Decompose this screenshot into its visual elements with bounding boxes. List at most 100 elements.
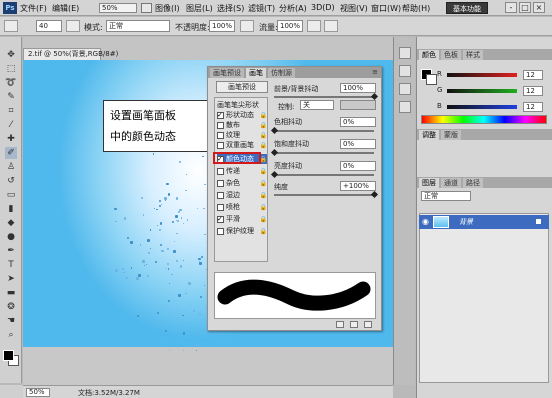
zoom-tool-icon[interactable]: ⌕ [5,329,17,341]
list-item[interactable]: 杂色 🔒 [217,178,267,188]
status-zoom-field[interactable]: 50% [26,388,50,397]
tab-channels[interactable]: 通道 [441,178,461,188]
lasso-tool-icon[interactable]: ➰ [5,77,17,89]
3d-rotate-tool-icon[interactable]: ❂ [5,301,17,313]
color-spectrum[interactable] [421,115,547,124]
tab-layers[interactable]: 图层 [419,178,439,188]
slider-knob[interactable] [270,148,279,157]
menu-filter[interactable]: 滤镜(T) [248,3,275,14]
list-item[interactable]: 传递 🔒 [217,166,267,176]
workspace-button[interactable]: 基本功能 [446,2,488,14]
hand-icon[interactable] [141,3,152,13]
list-item[interactable]: 形状动态🔒 [217,110,267,120]
slider-knob[interactable] [370,190,379,199]
purity-slider[interactable] [274,194,374,196]
menu-help[interactable]: 帮助(H) [402,3,430,14]
channel-g-field[interactable]: 12 [523,86,543,96]
list-item[interactable]: 湿边 🔒 [217,190,267,200]
quick-select-tool-icon[interactable]: ✎ [5,91,17,103]
gradient-tool-icon[interactable]: ▮ [5,203,17,215]
brush-presets-button[interactable]: 画笔预设 [216,81,268,93]
zoom-select[interactable]: 50% [99,3,137,13]
brightness-jitter-slider[interactable] [274,174,374,176]
opacity-pressure-icon[interactable] [240,20,254,32]
blur-tool-icon[interactable]: ◆ [5,217,17,229]
list-item[interactable]: 散布 🔒 [217,120,267,130]
menu-image[interactable]: 图像(I) [155,3,180,14]
menu-file[interactable]: 文件(F) [20,3,47,14]
fg-bg-jitter-field[interactable]: 100% [340,83,376,93]
list-item[interactable]: 纹理 🔒 [217,130,267,140]
channel-b-slider[interactable] [447,105,517,109]
saturation-jitter-slider[interactable] [274,152,374,154]
checkbox[interactable] [217,141,224,149]
list-item[interactable]: 双重画笔 🔒 [217,140,267,150]
slider-knob[interactable] [270,126,279,135]
menu-analysis[interactable]: 分析(A) [279,3,307,14]
panel-menu-icon[interactable]: ≡ [372,68,378,76]
tab-styles[interactable]: 样式 [463,50,483,60]
minimize-button[interactable]: - [505,2,517,13]
history-icon[interactable] [399,47,411,59]
checkbox[interactable] [217,121,224,129]
checkbox[interactable] [217,203,224,211]
marquee-tool-icon[interactable]: ⬚ [5,63,17,75]
slider-knob[interactable] [270,170,279,179]
type-tool-icon[interactable]: T [5,259,17,271]
brush-tool-icon[interactable] [4,20,18,32]
tab-clone-source[interactable]: 仿制源 [268,68,295,78]
channel-b-field[interactable]: 12 [523,102,543,112]
history-brush-tool-icon[interactable]: ↺ [5,175,17,187]
hue-jitter-slider[interactable] [274,130,374,132]
list-item[interactable]: 喷枪 🔒 [217,202,267,212]
airbrush-icon[interactable] [307,20,321,32]
flow-field[interactable]: 100% [277,20,303,32]
hue-jitter-field[interactable]: 0% [340,117,376,127]
color-panel-background[interactable] [426,74,437,85]
menu-layer[interactable]: 图层(L) [186,3,213,14]
trash-icon[interactable] [364,321,372,328]
list-item[interactable]: 画笔笔尖形状 [217,100,267,110]
brush-size-picker[interactable]: 40 [36,20,62,32]
channel-r-slider[interactable] [447,73,517,77]
checkbox[interactable] [217,179,224,187]
tab-brush[interactable]: 画笔 [246,68,266,78]
checkbox[interactable] [217,110,224,120]
fg-bg-jitter-slider[interactable] [274,96,374,98]
purity-field[interactable]: +100% [340,181,376,191]
tab-masks[interactable]: 蒙版 [441,130,461,140]
eraser-tool-icon[interactable]: ▭ [5,189,17,201]
menu-window[interactable]: 窗口(W) [371,3,401,14]
stamp-tool-icon[interactable]: ♙ [5,161,17,173]
saturation-jitter-field[interactable]: 0% [340,139,376,149]
opacity-field[interactable]: 100% [209,20,235,32]
move-tool-icon[interactable]: ✥ [5,49,17,61]
menu-3d[interactable]: 3D(D) [311,3,335,12]
crop-tool-icon[interactable]: ⌗ [5,105,17,117]
new-preset-icon[interactable] [350,321,358,328]
healing-tool-icon[interactable]: ✚ [5,133,17,145]
channel-g-slider[interactable] [447,89,517,93]
shape-tool-icon[interactable]: ▬ [5,287,17,299]
size-pressure-icon[interactable] [324,20,338,32]
checkbox[interactable] [217,191,224,199]
tab-brush-presets[interactable]: 画笔预设 [210,68,244,78]
brightness-jitter-field[interactable]: 0% [340,161,376,171]
checkbox[interactable] [217,167,224,175]
foreground-color-swatch[interactable] [3,350,14,361]
menu-view[interactable]: 视图(V) [340,3,368,14]
dodge-tool-icon[interactable]: ● [5,231,17,243]
brush-panel-toggle-icon[interactable] [66,20,80,32]
actions-icon[interactable] [399,83,411,95]
tab-color[interactable]: 颜色 [419,50,439,60]
slider-knob[interactable] [370,92,379,101]
close-button[interactable]: × [533,2,545,13]
mode-select[interactable]: 正常 [106,20,170,32]
brush-tool-icon[interactable]: ✐ [5,147,17,159]
document-tab[interactable]: 2.tif @ 50%(背景,RGB/8#) [23,48,118,60]
list-item[interactable]: 保护纹理 🔒 [217,226,267,236]
eyedropper-tool-icon[interactable]: ⁄ [5,119,17,131]
tab-adjustments[interactable]: 调整 [419,130,439,140]
channel-r-field[interactable]: 12 [523,70,543,80]
tab-swatches[interactable]: 色板 [441,50,461,60]
